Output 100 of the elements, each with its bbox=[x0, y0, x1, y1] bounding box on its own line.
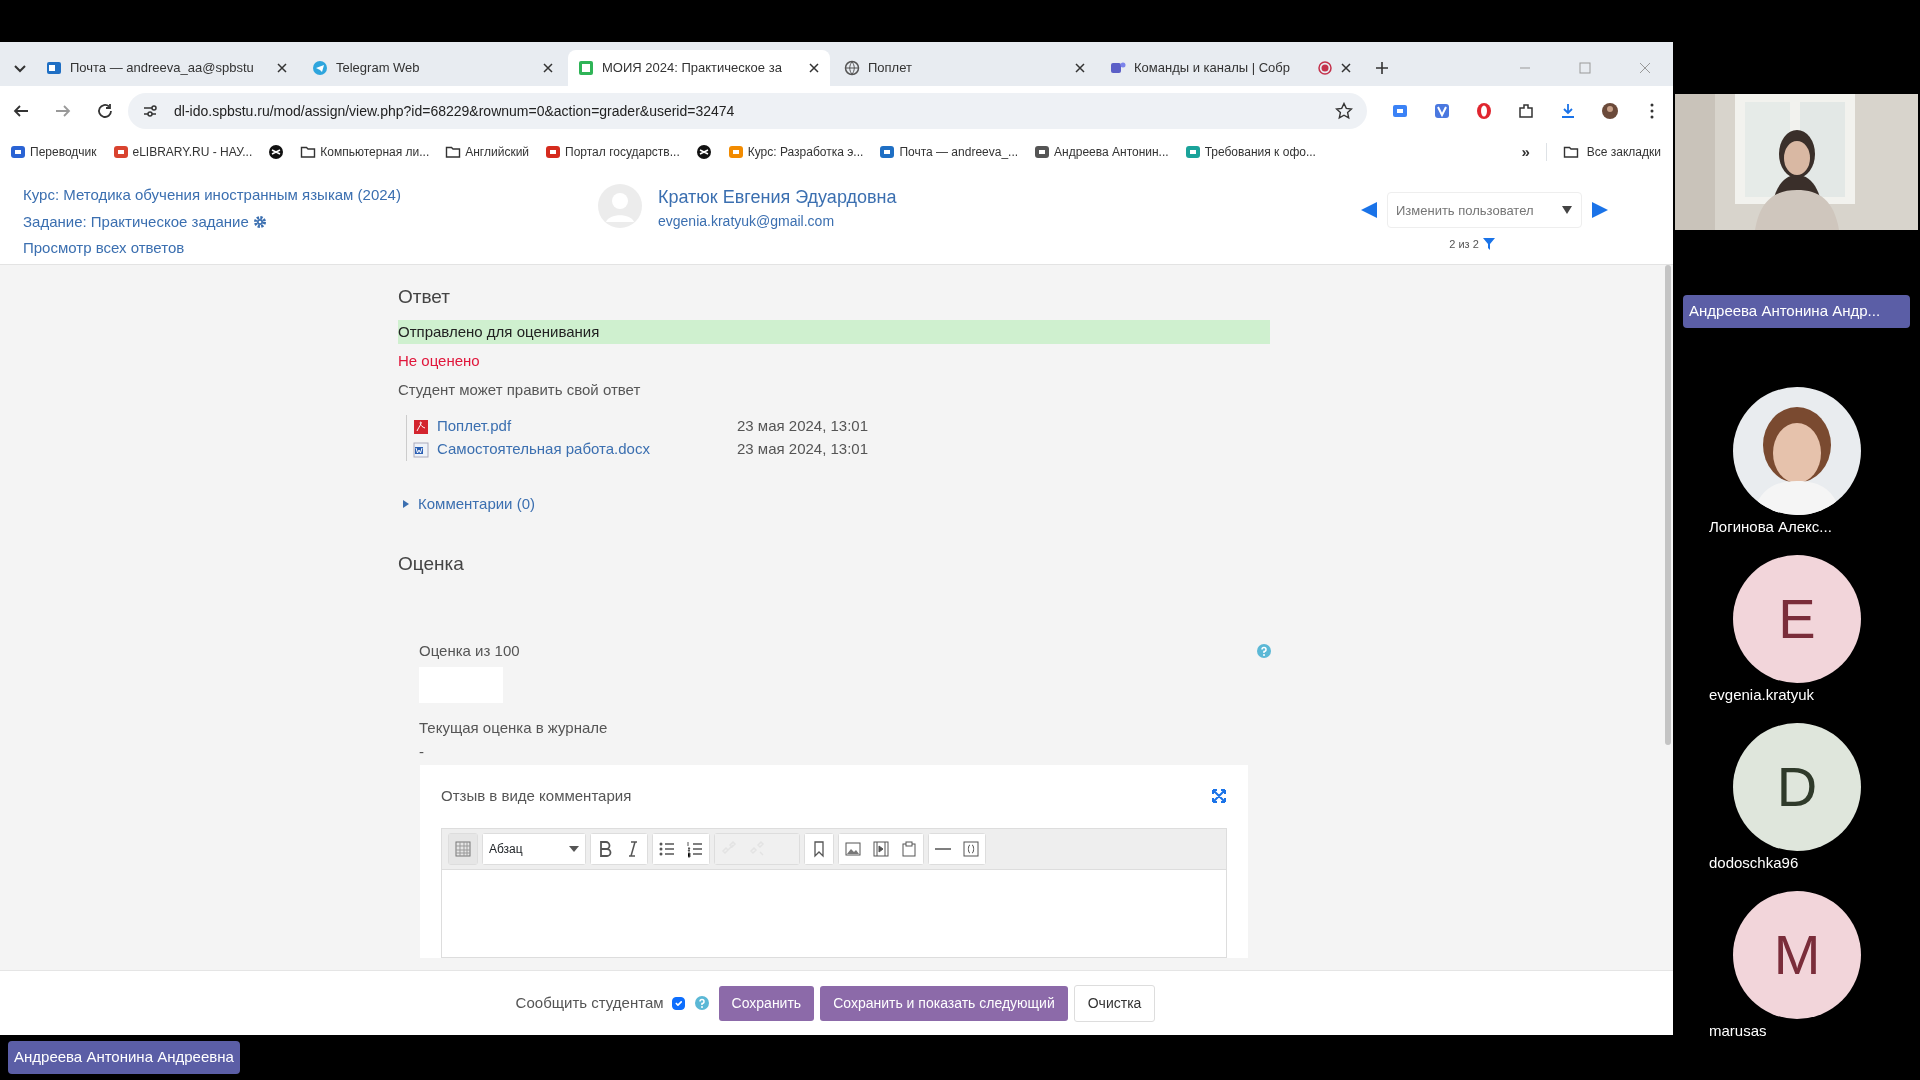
site-icon bbox=[1110, 60, 1126, 76]
bookmark-icon[interactable] bbox=[695, 144, 712, 160]
star-icon[interactable] bbox=[1335, 102, 1353, 120]
site-icon bbox=[1184, 144, 1201, 160]
all-bookmarks[interactable]: Все закладки bbox=[1545, 143, 1661, 161]
file-link[interactable]: Поплет.pdf bbox=[437, 415, 737, 438]
bookmark-label: Курс: Разработка э... bbox=[747, 144, 864, 161]
assignment-link[interactable]: Задание: Практическое задание bbox=[23, 210, 249, 233]
field-label: Отзыв в виде комментария bbox=[441, 786, 632, 806]
next-user-icon[interactable] bbox=[1590, 200, 1610, 220]
edit-note: Студент может править свой ответ bbox=[398, 379, 642, 400]
caret-icon bbox=[569, 845, 579, 852]
user-name-link[interactable]: Кратюк Евгения Эдуардовна bbox=[658, 184, 897, 211]
tab-title: Команды и каналы | Собр bbox=[1134, 59, 1291, 78]
filter-icon[interactable] bbox=[1482, 238, 1495, 251]
close-icon[interactable] bbox=[276, 62, 288, 74]
close-icon[interactable] bbox=[808, 62, 820, 74]
tab-title: Поплет bbox=[868, 59, 913, 78]
close-icon[interactable] bbox=[1074, 62, 1086, 74]
bookmark[interactable]: eLIBRARY.RU - НАУ... bbox=[112, 143, 253, 161]
user-select-field[interactable]: Изменить пользовател bbox=[1387, 192, 1582, 228]
folder-icon bbox=[1562, 144, 1579, 160]
close-icon[interactable] bbox=[1340, 62, 1352, 74]
caret-icon[interactable] bbox=[402, 499, 410, 510]
bookmark-label: Андреева Антонин... bbox=[1054, 144, 1169, 161]
address-bar[interactable]: dl-ido.spbstu.ru/mod/assign/view.php?id=68229&rownum=0&action=grader&userid=32474 bbox=[128, 93, 1367, 129]
table-icon bbox=[453, 838, 473, 859]
bookmark-label: Компьютерная ли... bbox=[320, 144, 430, 161]
more-bookmarks[interactable]: » bbox=[1521, 140, 1530, 164]
bookmark-label: Английский bbox=[465, 144, 530, 161]
browser-tab[interactable]: Telegram Web bbox=[302, 50, 564, 86]
bookmark-label: Портал государств... bbox=[565, 144, 680, 161]
previous-user-icon[interactable] bbox=[1359, 200, 1379, 220]
bookmark[interactable]: Английский bbox=[445, 143, 530, 161]
browser-tab[interactable]: Почта — andreeva_aa@spbstu bbox=[36, 50, 298, 86]
bookmark[interactable]: Переводчик bbox=[10, 143, 97, 161]
caret-icon[interactable] bbox=[1562, 205, 1572, 215]
extension-icon[interactable] bbox=[1433, 102, 1451, 120]
site-icon bbox=[545, 144, 562, 160]
save-button[interactable]: Сохранить и показать следующий bbox=[820, 985, 1068, 1021]
url-text: dl-ido.spbstu.ru/mod/assign/view.php?id=68229&rownum=0&action=grader&userid=32474 bbox=[174, 101, 736, 121]
section-heading: Оценка bbox=[398, 551, 465, 576]
submission-status: Отправлено для оценивания bbox=[398, 319, 1270, 344]
bookmark[interactable]: Андреева Антонин... bbox=[1034, 143, 1169, 161]
tab-title: Telegram Web bbox=[336, 59, 421, 78]
presenter-name-tag: Андреева Антонина Андр... bbox=[1683, 295, 1910, 328]
file-link[interactable]: Самостоятельная работа.docx bbox=[437, 438, 737, 461]
save-button[interactable]: Сохранить bbox=[718, 985, 815, 1021]
browser-tab[interactable]: МОИЯ 2024: Практическое за bbox=[568, 50, 830, 86]
site-icon bbox=[10, 144, 26, 160]
tab-title: МОИЯ 2024: Практическое за bbox=[602, 59, 783, 78]
profile-avatar-icon[interactable] bbox=[1601, 102, 1619, 120]
grading-status: Не оценено bbox=[398, 351, 481, 371]
bookmark-label: Требования к офо... bbox=[1204, 144, 1316, 161]
bookmark[interactable]: Компьютерная ли... bbox=[300, 143, 430, 161]
participant-avatar: M bbox=[1733, 890, 1861, 1019]
file-date: 23 мая 2024, 13:01 bbox=[737, 416, 869, 437]
user-email-link[interactable]: evgenia.kratyuk@gmail.com bbox=[658, 211, 897, 232]
participant-name: evgenia.kratyuk bbox=[1709, 684, 1815, 705]
bookmark-label: eLIBRARY.RU - НАУ... bbox=[132, 144, 253, 161]
puzzle-icon[interactable] bbox=[1517, 102, 1535, 120]
folder-icon bbox=[300, 144, 317, 160]
field-label: Текущая оценка в журнале bbox=[419, 717, 609, 738]
site-icon bbox=[112, 144, 129, 160]
participant-name: marusas bbox=[1709, 1020, 1767, 1041]
participant-name: Логинова Алекс... bbox=[1709, 516, 1832, 537]
reset-button[interactable]: Очистка bbox=[1073, 984, 1156, 1022]
site-icon bbox=[312, 60, 328, 76]
notify-checkbox[interactable] bbox=[671, 996, 685, 1010]
notify-label: Сообщить студентам bbox=[515, 992, 664, 1013]
download-icon[interactable] bbox=[1559, 102, 1577, 120]
media-icon bbox=[871, 838, 891, 859]
expand-icon[interactable] bbox=[1211, 788, 1227, 805]
extension-icon[interactable] bbox=[1391, 102, 1409, 120]
view-all-link[interactable]: Просмотр всех ответов bbox=[23, 237, 598, 260]
comments-link[interactable]: Комментарии (0) bbox=[418, 493, 535, 516]
extension-icon[interactable] bbox=[1475, 102, 1493, 120]
current-grade-value: - bbox=[419, 745, 425, 759]
bookmark-button[interactable] bbox=[805, 833, 833, 864]
site-settings-icon bbox=[142, 103, 158, 119]
format-select[interactable]: Абзац bbox=[483, 833, 585, 864]
site-icon bbox=[727, 144, 744, 160]
site-icon bbox=[578, 60, 594, 76]
close-icon[interactable] bbox=[542, 62, 554, 74]
pdf-file-icon bbox=[413, 418, 429, 435]
new-tab-icon[interactable] bbox=[1374, 60, 1390, 76]
bookmark[interactable]: Портал государств... bbox=[545, 143, 680, 161]
bookmark-label: Все закладки bbox=[1586, 144, 1661, 161]
bookmark-icon[interactable] bbox=[268, 144, 285, 160]
user-count: 2 из 2 bbox=[1449, 237, 1479, 252]
code-icon bbox=[961, 838, 981, 859]
self-name-tag: Андреева Антонина Андреевна bbox=[8, 1041, 240, 1074]
reload-icon[interactable] bbox=[96, 102, 114, 120]
browser-tab[interactable]: Команды и каналы | Собр bbox=[1100, 50, 1362, 86]
bookmark[interactable]: Почта — andreeva_... bbox=[879, 143, 1019, 161]
bookmark[interactable]: Курс: Разработка э... bbox=[727, 143, 864, 161]
course-link[interactable]: Курс: Методика обучения иностранным языкам (2024) bbox=[23, 184, 598, 207]
browser-tab[interactable]: Поплет bbox=[834, 50, 1096, 86]
bookmark[interactable]: Требования к офо... bbox=[1184, 143, 1316, 161]
participant-avatar: E bbox=[1733, 554, 1861, 683]
